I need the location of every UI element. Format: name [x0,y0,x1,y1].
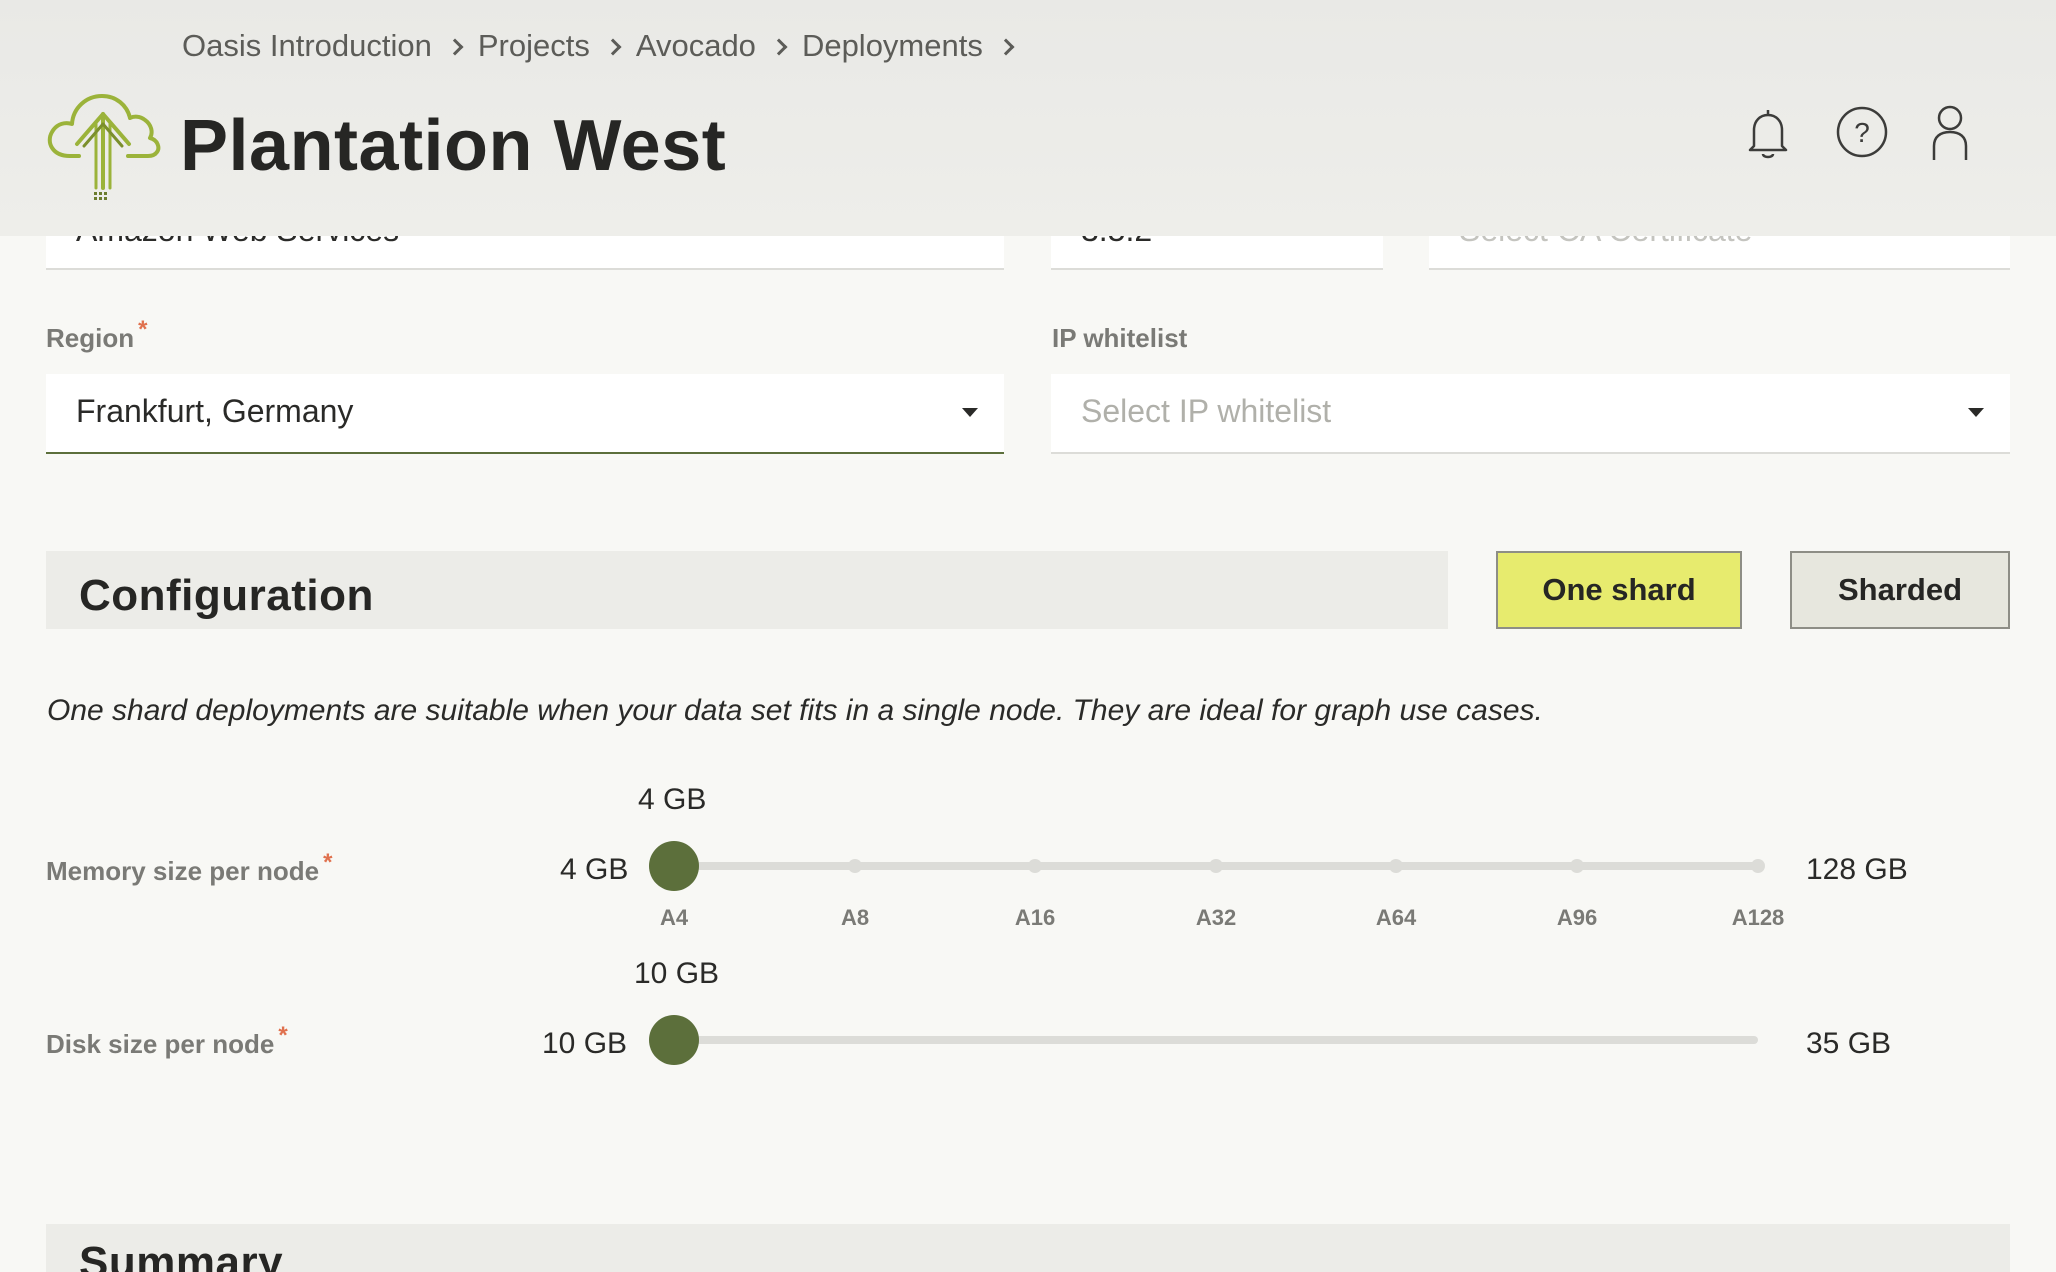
tick-label-a64: A64 [1375,905,1417,930]
memory-slider-track[interactable] [674,859,1765,873]
memory-min-value: 4 GB [560,853,629,886]
page-title: Plantation West [180,106,727,186]
configuration-header: Configuration [46,551,1448,629]
slider-tick [1209,859,1223,873]
disk-current-value: 10 GB [634,957,720,990]
disk-slider-thumb[interactable] [649,1015,699,1065]
region-label-text: Region [46,323,135,353]
ip-whitelist-label: IP whitelist [1052,323,1188,353]
memory-size-label: Memory size per node * [46,849,332,887]
ip-whitelist-select[interactable]: Select IP whitelist [1051,374,2010,454]
tick-label-a128: A128 [1731,905,1785,930]
required-marker: * [138,316,148,343]
slider-tick [1751,859,1765,873]
slider-tick [1570,859,1584,873]
slider-tick [848,859,862,873]
tick-label-a96: A96 [1556,905,1598,930]
disk-size-label-text: Disk size per node [46,1029,275,1059]
chevron-right-icon [997,38,1015,56]
ip-whitelist-placeholder: Select IP whitelist [1081,393,1332,429]
sharded-button[interactable]: Sharded [1790,551,2010,629]
chevron-right-icon [446,38,464,56]
tick-label-a8: A8 [840,905,870,930]
disk-max-value: 35 GB [1806,1027,1892,1060]
tick-label-a32: A32 [1195,905,1237,930]
summary-title: Summary [79,1238,284,1272]
breadcrumb-link-oasis-introduction[interactable]: Oasis Introduction [182,28,432,64]
svg-text:?: ? [1854,117,1870,148]
memory-max-value: 128 GB [1806,853,1908,886]
region-value: Frankfurt, Germany [76,393,354,429]
memory-current-value: 4 GB [638,783,707,816]
breadcrumb-link-projects[interactable]: Projects [478,28,590,64]
configuration-title: Configuration [79,571,374,620]
bell-icon[interactable] [1740,104,1796,164]
tick-label-a16: A16 [1014,905,1056,930]
region-select[interactable]: Frankfurt, Germany [46,374,1004,454]
user-icon[interactable] [1922,104,1978,164]
chevron-right-icon [604,38,622,56]
one-shard-button[interactable]: One shard [1496,551,1742,629]
summary-header: Summary [46,1224,2010,1272]
breadcrumb-link-avocado[interactable]: Avocado [636,28,756,64]
chevron-right-icon [770,38,788,56]
breadcrumb: Oasis Introduction Projects Avocado Depl… [182,28,1029,64]
memory-slider-thumb[interactable] [649,841,699,891]
chevron-down-icon [962,408,978,417]
tick-label-a4: A4 [659,905,689,930]
memory-size-label-text: Memory size per node [46,856,320,886]
page-header: Oasis Introduction Projects Avocado Depl… [0,0,2056,236]
chevron-down-icon [1968,408,1984,417]
slider-tick [1028,859,1042,873]
breadcrumb-link-deployments[interactable]: Deployments [802,28,983,64]
region-label: Region * [46,316,147,354]
help-icon[interactable]: ? [1834,104,1890,164]
configuration-description: One shard deployments are suitable when … [47,694,1543,727]
logo-cloud-icon[interactable] [44,90,162,202]
disk-min-value: 10 GB [542,1027,628,1060]
disk-size-label: Disk size per node * [46,1022,288,1060]
required-marker: * [323,849,333,876]
disk-slider-track[interactable] [674,1036,1758,1044]
slider-tick [1389,859,1403,873]
required-marker: * [278,1022,288,1049]
